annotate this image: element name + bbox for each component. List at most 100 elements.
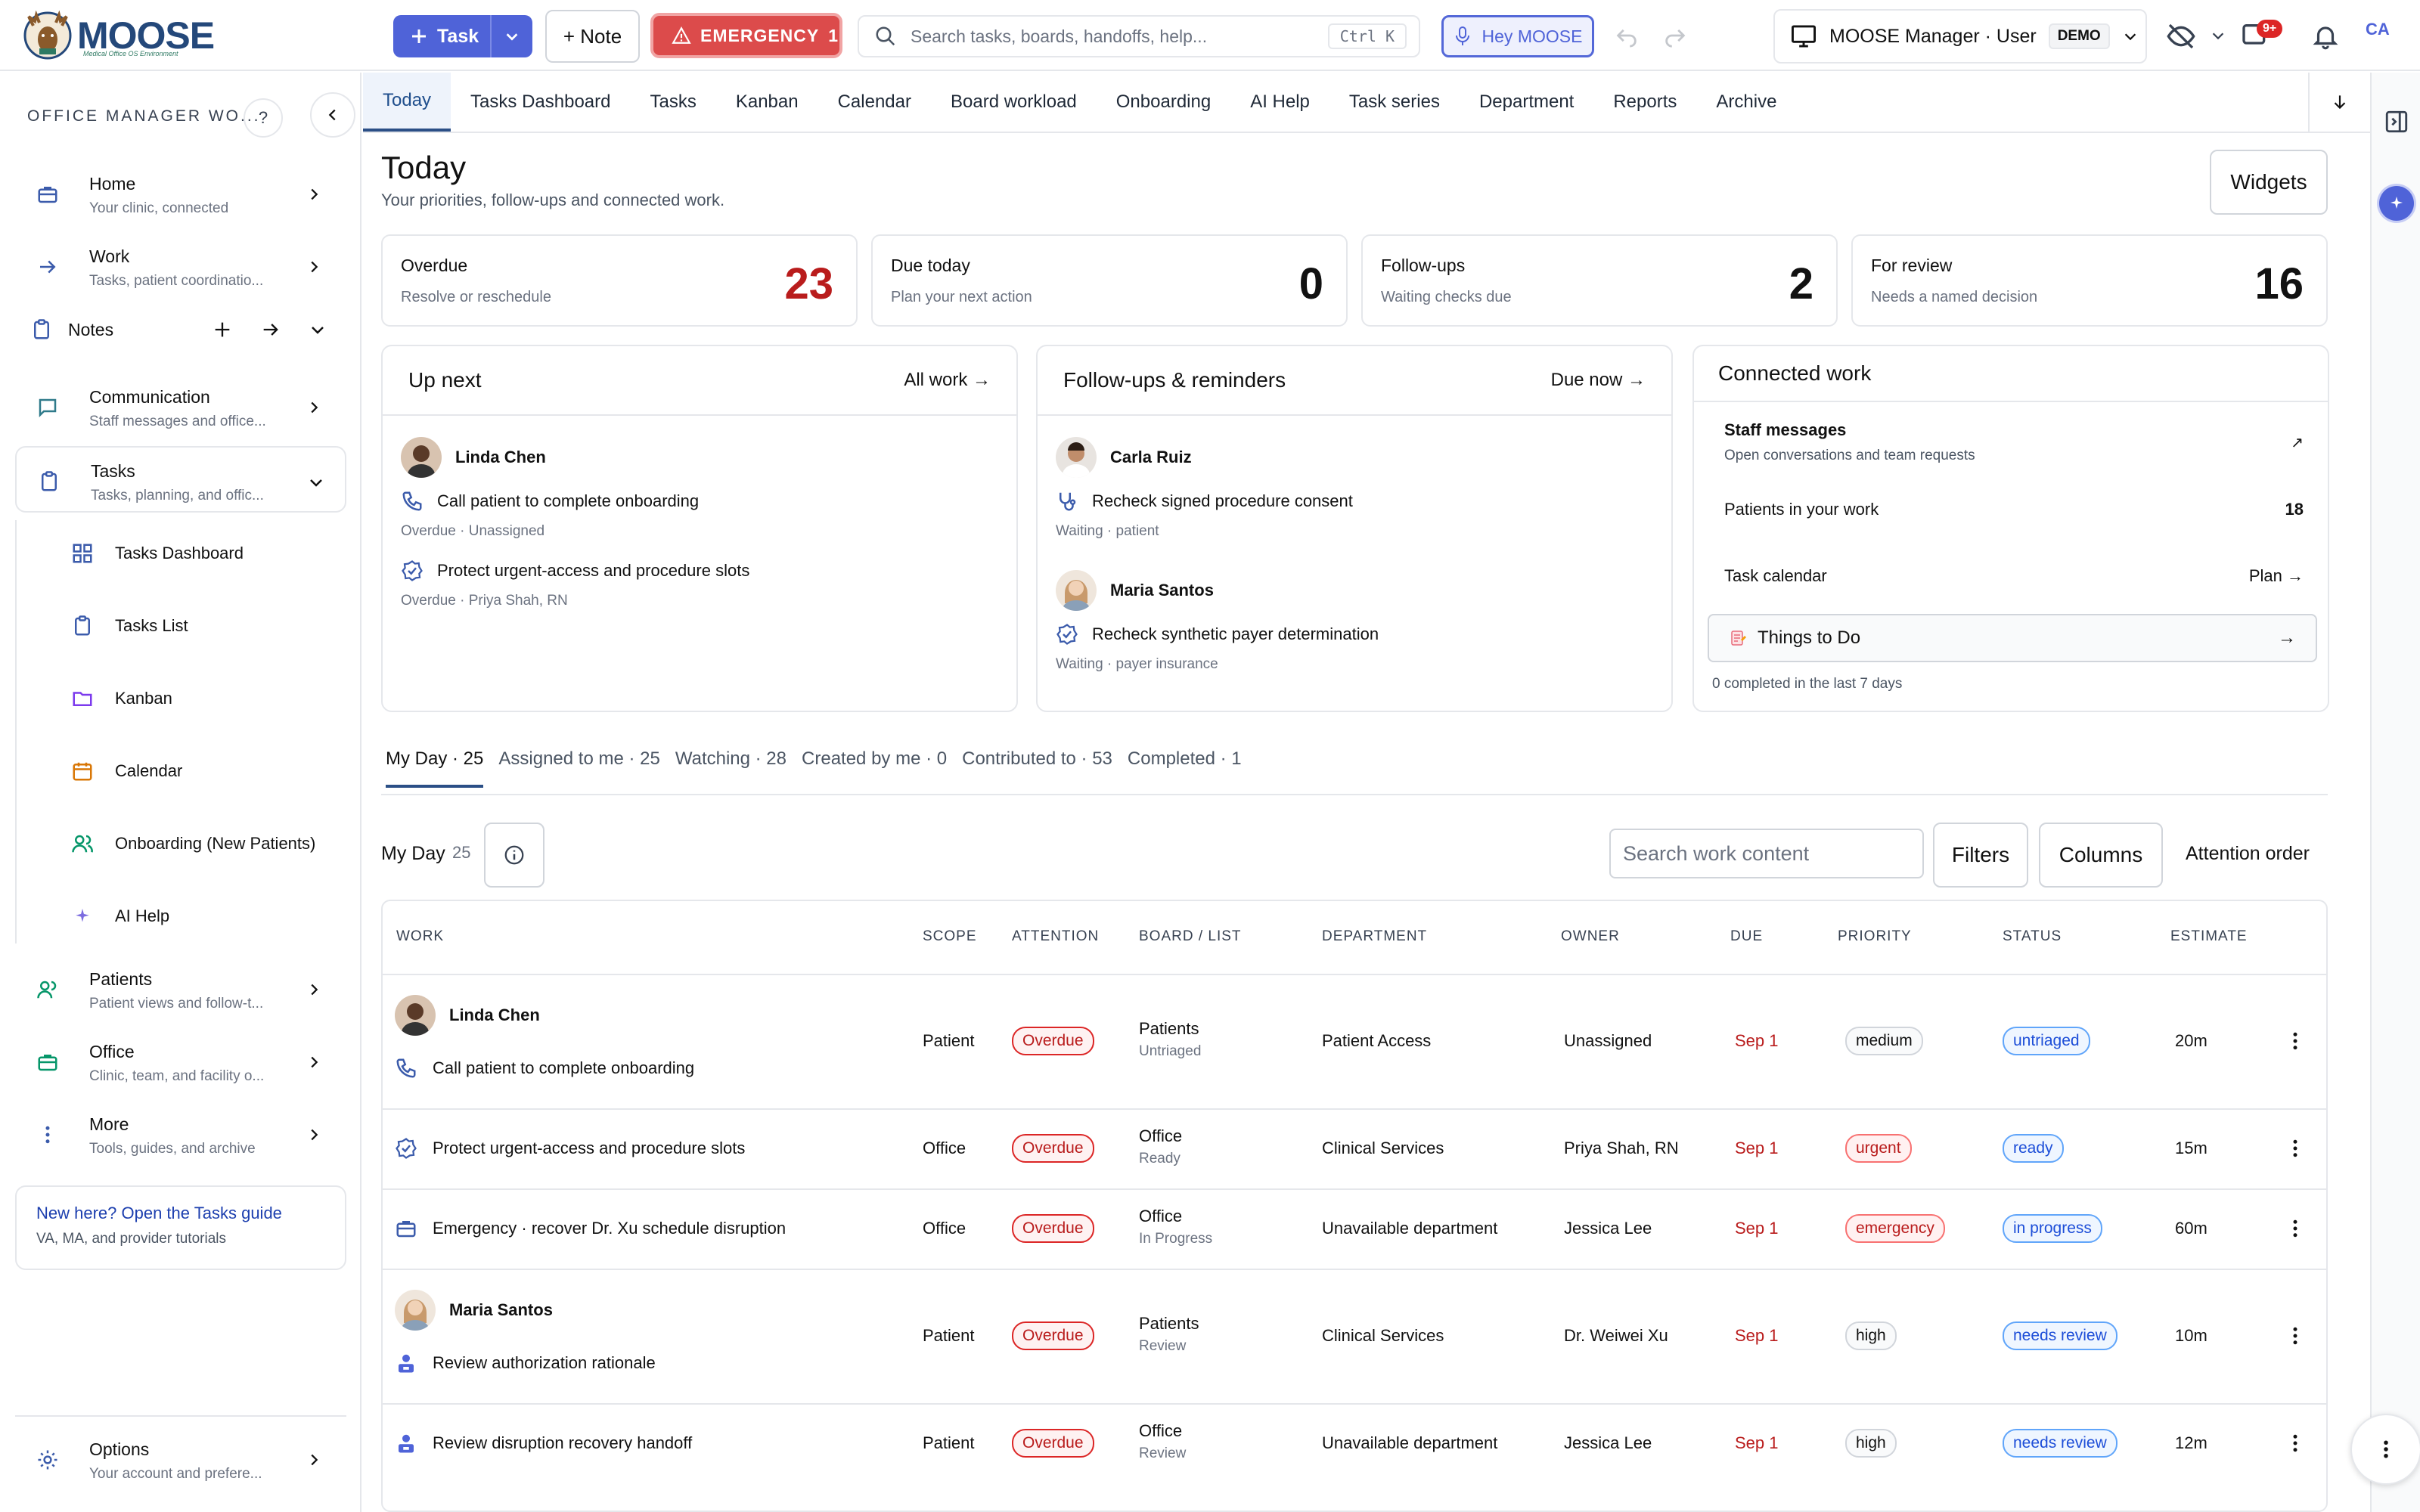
tab-task-series[interactable]: Task series	[1329, 73, 1460, 132]
sidebar-collapse-button[interactable]	[310, 92, 355, 138]
more-vertical-icon[interactable]	[2284, 1325, 2307, 1347]
sidebar-sub-calendar[interactable]: Calendar	[71, 756, 182, 786]
patients-in-work-row[interactable]: Patients in your work 18	[1708, 494, 2320, 525]
tab-archive[interactable]: Archive	[1696, 73, 1796, 132]
arrow-right-icon[interactable]	[260, 319, 281, 340]
more-vertical-icon[interactable]	[2284, 1217, 2307, 1240]
column-header[interactable]: ATTENTION	[1012, 928, 1099, 945]
subtab-assigned-to-me[interactable]: Assigned to me · 25	[498, 748, 659, 788]
stat-overdue[interactable]: Overdue Resolve or reschedule 23	[381, 234, 858, 327]
task-calendar-row[interactable]: Task calendar Plan →	[1708, 561, 2320, 591]
tab-today[interactable]: Today	[363, 73, 451, 132]
chevron-down-icon[interactable]	[2210, 27, 2226, 44]
filters-button[interactable]: Filters	[1933, 823, 2028, 888]
sidebar-item-office[interactable]: Office Clinic, team, and facility o...	[15, 1028, 346, 1096]
new-task-dropdown[interactable]	[490, 15, 532, 57]
sidebar-item-more[interactable]: More Tools, guides, and archive	[15, 1101, 346, 1169]
column-header[interactable]: DUE	[1730, 928, 1763, 945]
more-vertical-icon[interactable]	[2284, 1137, 2307, 1160]
due-now-link[interactable]: Due now →	[1551, 370, 1646, 391]
tab-department[interactable]: Department	[1460, 73, 1593, 132]
sidebar-item-patients[interactable]: Patients Patient views and follow-t...	[15, 956, 346, 1024]
tab-ai-help[interactable]: AI Help	[1230, 73, 1329, 132]
table-row[interactable]: Linda Chen Call patient to complete onbo…	[383, 974, 2326, 1108]
subtab-my-day[interactable]: My Day · 25	[386, 748, 484, 788]
stat-follow-ups[interactable]: Follow-ups Waiting checks due 2	[1361, 234, 1838, 327]
info-button[interactable]	[484, 823, 544, 888]
up-next-item[interactable]: Protect urgent-access and procedure slot…	[401, 559, 749, 609]
sidebar-item-communication[interactable]: Communication Staff messages and office..…	[15, 373, 346, 442]
tabs-overflow-button[interactable]	[2308, 73, 2370, 132]
sidebar-item-home[interactable]: Home Your clinic, connected	[15, 160, 346, 228]
sidebar-sub-tasks-dashboard[interactable]: Tasks Dashboard	[71, 538, 244, 569]
sidebar-item-tasks[interactable]: Tasks Tasks, planning, and offic...	[15, 446, 346, 513]
tab-tasks[interactable]: Tasks	[630, 73, 715, 132]
sidebar-item-options[interactable]: Options Your account and prefere...	[15, 1426, 346, 1494]
assistant-orb-button[interactable]	[2379, 186, 2414, 221]
more-vertical-icon[interactable]	[2284, 1030, 2307, 1052]
sidebar-help-button[interactable]: ?	[244, 98, 283, 138]
subtab-contributed-to[interactable]: Contributed to · 53	[962, 748, 1112, 788]
follow-up-item[interactable]: Carla Ruiz Recheck signed procedure cons…	[1056, 437, 1353, 540]
stat-due-today[interactable]: Due today Plan your next action 0	[871, 234, 1348, 327]
plus-icon[interactable]	[212, 319, 233, 340]
column-header[interactable]: STATUS	[2003, 928, 2062, 945]
table-row[interactable]: Emergency · recover Dr. Xu schedule disr…	[383, 1188, 2326, 1269]
up-next-item[interactable]: Linda Chen Call patient to complete onbo…	[401, 437, 699, 540]
privacy-eye-off-icon[interactable]	[2166, 21, 2196, 51]
user-switcher[interactable]: MOOSE Manager · User DEMO	[1773, 9, 2147, 64]
subtab-completed[interactable]: Completed · 1	[1128, 748, 1242, 788]
sidebar-sub-ai-help[interactable]: AI Help	[71, 901, 169, 931]
tab-reports[interactable]: Reports	[1593, 73, 1696, 132]
tab-calendar[interactable]: Calendar	[818, 73, 931, 132]
floating-actions-button[interactable]	[2350, 1414, 2420, 1485]
table-row[interactable]: Protect urgent-access and procedure slot…	[383, 1108, 2326, 1188]
column-header[interactable]: BOARD / LIST	[1139, 928, 1242, 945]
staff-messages-row[interactable]: Staff messages Open conversations and te…	[1708, 416, 2320, 469]
table-row[interactable]: Review disruption recovery handoff Patie…	[383, 1403, 2326, 1483]
search-work-input[interactable]: Search work content	[1609, 829, 1924, 878]
tab-board-workload[interactable]: Board workload	[931, 73, 1097, 132]
widgets-button[interactable]: Widgets	[2210, 150, 2328, 215]
panel-toggle-icon[interactable]	[2384, 109, 2409, 135]
column-header[interactable]: DEPARTMENT	[1322, 928, 1427, 945]
column-header[interactable]: OWNER	[1561, 928, 1620, 945]
attention-order-button[interactable]: Attention order	[2186, 843, 2310, 865]
tab-tasks-dashboard[interactable]: Tasks Dashboard	[451, 73, 630, 132]
subtab-created-by-me[interactable]: Created by me · 0	[802, 748, 947, 788]
column-header[interactable]: PRIORITY	[1838, 928, 1912, 945]
sidebar-sub-onboarding[interactable]: Onboarding (New Patients)	[71, 829, 315, 859]
column-header[interactable]: WORK	[396, 928, 444, 945]
new-note-button[interactable]: + Note	[545, 10, 640, 63]
things-to-do-button[interactable]: Things to Do →	[1708, 614, 2317, 662]
redo-icon[interactable]	[1662, 23, 1688, 48]
stat-for-review[interactable]: For review Needs a named decision 16	[1851, 234, 2328, 327]
plan-link[interactable]: Plan →	[2249, 566, 2304, 586]
tab-kanban[interactable]: Kanban	[716, 73, 818, 132]
sidebar-sub-tasks-list[interactable]: Tasks List	[71, 611, 188, 641]
subtab-watching[interactable]: Watching · 28	[675, 748, 786, 788]
table-row[interactable]: Maria Santos Review authorization ration…	[383, 1269, 2326, 1403]
tasks-guide-link[interactable]: New here? Open the Tasks guide	[36, 1204, 325, 1223]
user-avatar[interactable]: CA	[2366, 20, 2390, 39]
emergency-button[interactable]: EMERGENCY 1	[650, 13, 842, 58]
undo-icon[interactable]	[1614, 23, 1640, 48]
hey-moose-button[interactable]: Hey MOOSE	[1441, 15, 1594, 57]
follow-up-item[interactable]: Maria Santos Recheck synthetic payer det…	[1056, 570, 1379, 673]
sidebar-sub-kanban[interactable]: Kanban	[71, 683, 172, 714]
columns-button[interactable]: Columns	[2039, 823, 2163, 888]
column-header[interactable]: ESTIMATE	[2170, 928, 2248, 945]
moose-logo[interactable]: MOOSE Medical Office OS Environment	[23, 11, 215, 60]
tasks-guide-card[interactable]: New here? Open the Tasks guide VA, MA, a…	[15, 1185, 346, 1270]
more-vertical-icon[interactable]	[2284, 1432, 2307, 1455]
sidebar-item-work[interactable]: Work Tasks, patient coordinatio...	[15, 233, 346, 301]
column-header[interactable]: SCOPE	[923, 928, 977, 945]
bell-icon[interactable]	[2311, 21, 2340, 51]
chevron-down-icon[interactable]	[309, 321, 327, 339]
sidebar-item-notes[interactable]: Notes	[30, 313, 340, 346]
new-task-button[interactable]: Task	[393, 15, 532, 57]
all-work-link[interactable]: All work →	[904, 370, 991, 391]
global-search[interactable]: Search tasks, boards, handoffs, help... …	[858, 15, 1420, 57]
new-task-main[interactable]: Task	[393, 15, 490, 57]
tab-onboarding[interactable]: Onboarding	[1097, 73, 1230, 132]
